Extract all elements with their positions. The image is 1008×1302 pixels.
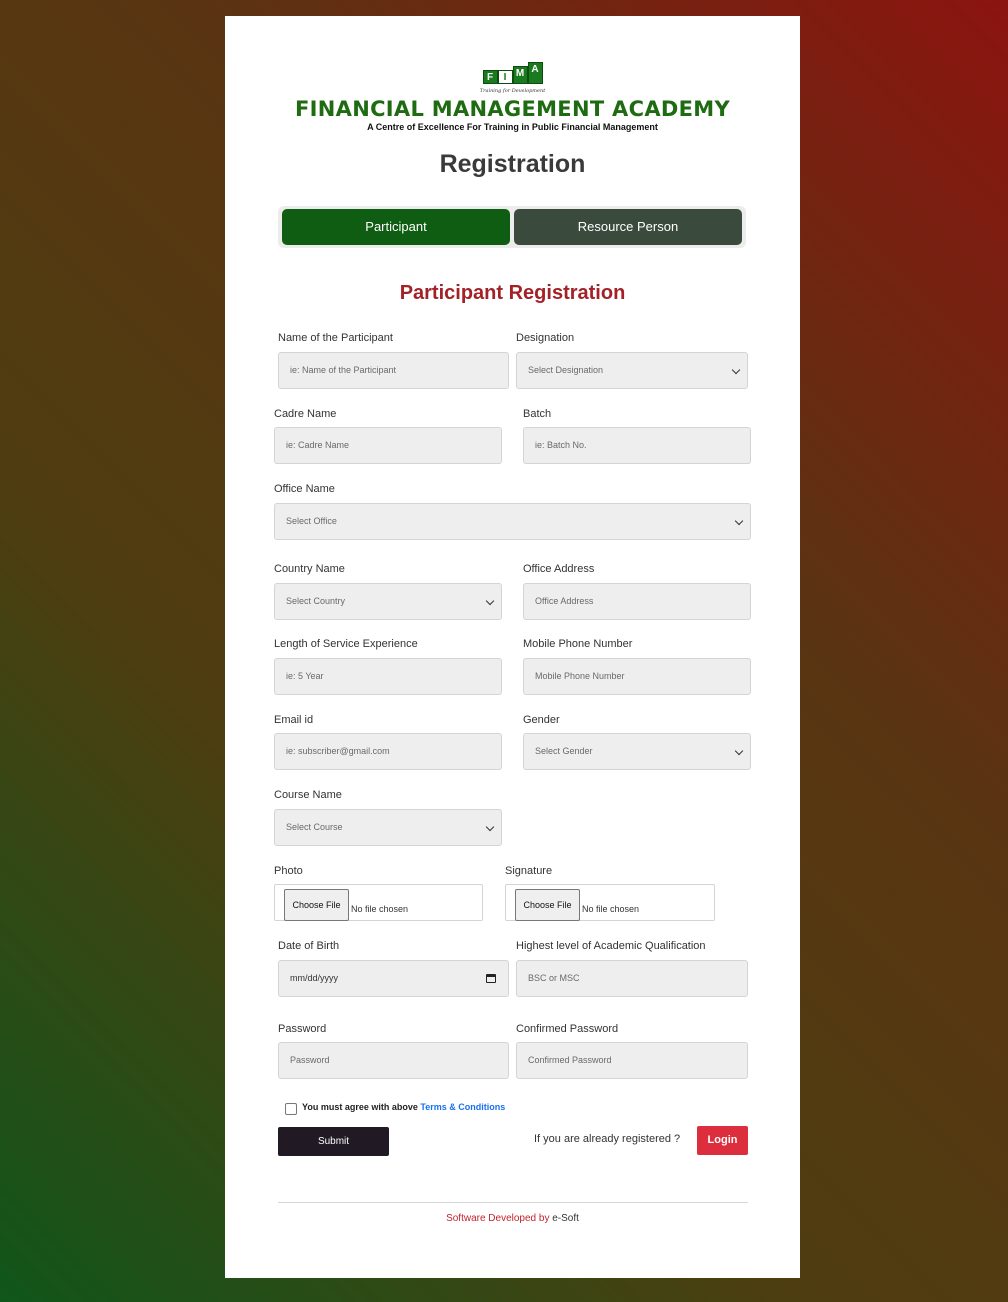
section-title: Participant Registration (399, 282, 626, 304)
registration-card: F I M A Training for Development FINANCI… (225, 16, 800, 1278)
dob-placeholder: mm/dd/yyyy (290, 973, 339, 983)
cadre-name-input[interactable]: ie: Cadre Name (274, 427, 502, 464)
confirm-password-label: Confirmed Password (516, 1023, 619, 1035)
designation-label: Designation (516, 332, 575, 344)
academy-name: FINANCIAL MANAGEMENT ACADEMY (295, 97, 730, 121)
photo-file-status: No file chosen (351, 904, 409, 914)
terms-link[interactable]: Terms & Conditions (420, 1102, 505, 1112)
logo-letter: I (497, 70, 513, 84)
course-label: Course Name (274, 789, 342, 801)
academy-subtitle: A Centre of Excellence For Training in P… (367, 122, 658, 132)
registration-type-tabs: Participant Resource Person (278, 206, 746, 248)
logo-letter: F (482, 70, 498, 84)
already-registered-text: If you are already registered ? (534, 1133, 681, 1145)
gender-select[interactable]: Select Gender (523, 733, 751, 770)
signature-file-status: No file chosen (582, 904, 640, 914)
office-select[interactable]: Select Office (274, 503, 751, 540)
footer: Software Developed by e-Soft (225, 1213, 800, 1224)
designation-select[interactable]: Select Designation (516, 352, 748, 389)
photo-label: Photo (274, 865, 303, 877)
photo-choose-file-button[interactable]: Choose File (284, 889, 349, 921)
gender-label: Gender (523, 714, 560, 726)
batch-input[interactable]: ie: Batch No. (523, 427, 751, 464)
signature-label: Signature (505, 865, 553, 877)
page-title: Registration (439, 150, 586, 178)
academy-header: F I M A Training for Development FINANCI… (225, 52, 800, 132)
country-select[interactable]: Select Country (274, 583, 502, 620)
email-label: Email id (274, 714, 314, 726)
batch-label: Batch (523, 408, 552, 420)
footer-brand[interactable]: e-Soft (552, 1213, 579, 1224)
email-input[interactable]: ie: subscriber@gmail.com (274, 733, 502, 770)
tab-resource-person[interactable]: Resource Person (514, 209, 742, 245)
terms-prefix: You must agree with above (302, 1102, 418, 1112)
signature-file-input[interactable]: Choose File No file chosen (505, 884, 715, 921)
fima-logo: F I M A Training for Development (477, 52, 549, 96)
participant-name-label: Name of the Participant (278, 332, 393, 344)
service-length-input[interactable]: ie: 5 Year (274, 658, 502, 695)
office-address-label: Office Address (523, 563, 595, 575)
footer-text: Software Developed by (446, 1213, 550, 1224)
password-input[interactable]: Password (278, 1042, 509, 1079)
login-button[interactable]: Login (697, 1126, 748, 1155)
dob-input[interactable]: mm/dd/yyyy (278, 960, 509, 997)
logo-tagline: Training for Development (479, 88, 546, 94)
calendar-icon[interactable] (486, 974, 496, 983)
terms-checkbox[interactable] (285, 1103, 297, 1115)
logo-letter: A (527, 62, 543, 84)
password-label: Password (278, 1023, 327, 1035)
qualification-input[interactable]: BSC or MSC (516, 960, 748, 997)
dob-label: Date of Birth (278, 940, 340, 952)
logo-letter: M (512, 66, 528, 84)
footer-divider (278, 1202, 748, 1203)
office-name-label: Office Name (274, 483, 335, 495)
tab-participant[interactable]: Participant (282, 209, 510, 245)
course-select[interactable]: Select Course (274, 809, 502, 846)
photo-file-input[interactable]: Choose File No file chosen (274, 884, 483, 921)
terms-text: You must agree with above Terms & Condit… (302, 1102, 505, 1112)
qualification-label: Highest level of Academic Qualification (516, 940, 706, 952)
office-address-input[interactable]: Office Address (523, 583, 751, 620)
signature-choose-file-button[interactable]: Choose File (515, 889, 580, 921)
mobile-input[interactable]: Mobile Phone Number (523, 658, 751, 695)
mobile-label: Mobile Phone Number (523, 638, 633, 650)
confirm-password-input[interactable]: Confirmed Password (516, 1042, 748, 1079)
submit-button[interactable]: Submit (278, 1127, 389, 1156)
country-name-label: Country Name (274, 563, 345, 575)
service-length-label: Length of Service Experience (274, 638, 418, 650)
cadre-name-label: Cadre Name (274, 408, 337, 420)
participant-name-input[interactable]: ie: Name of the Participant (278, 352, 509, 389)
